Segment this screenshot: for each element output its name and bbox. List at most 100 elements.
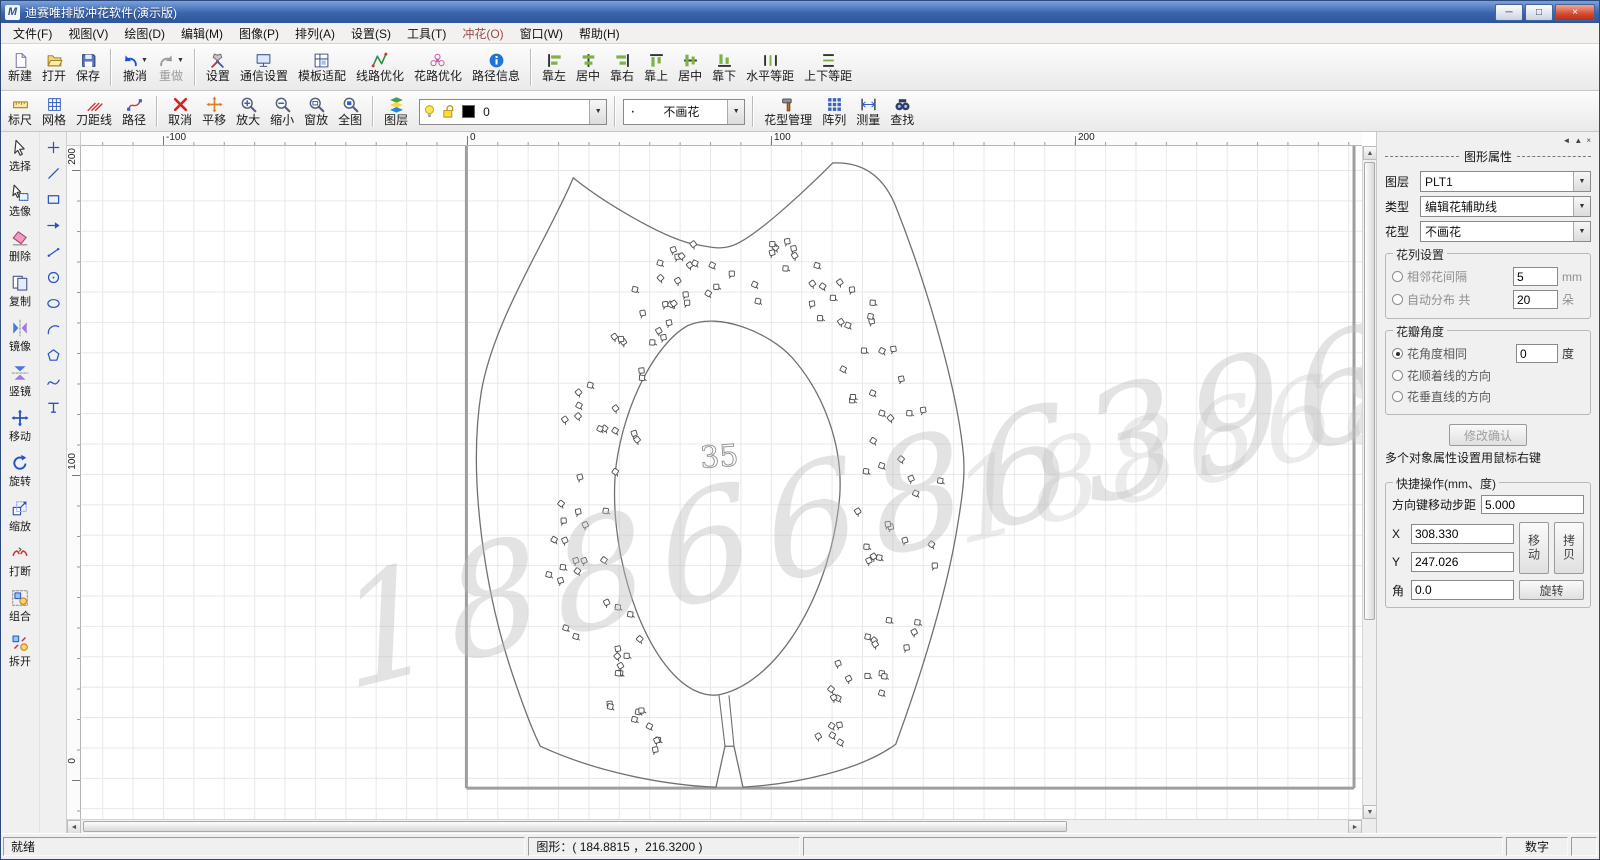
array-button[interactable]: 阵列 xyxy=(817,93,851,130)
template-fit-button[interactable]: 模板适配 xyxy=(293,46,351,89)
same-angle-radio[interactable] xyxy=(1392,348,1403,359)
curve-tool[interactable] xyxy=(42,371,64,392)
confirm-modify-button[interactable]: 修改确认 xyxy=(1449,424,1527,446)
group-tool[interactable]: 组合 xyxy=(1,584,39,629)
drawing-canvas[interactable]: 35 18866863966 18866863966 xyxy=(81,146,1362,819)
settings-button[interactable]: 设置 xyxy=(201,46,235,89)
visibility-bulb-icon[interactable] xyxy=(420,104,439,119)
text-tool[interactable] xyxy=(42,397,64,418)
type-select[interactable]: 编辑花辅助线 ▼ xyxy=(1420,196,1591,217)
circle-tool[interactable] xyxy=(42,267,64,288)
along-line-radio[interactable] xyxy=(1392,370,1403,381)
menu-item-0[interactable]: 文件(F) xyxy=(5,23,60,44)
ruler-toggle-button[interactable]: 标尺 xyxy=(3,93,37,130)
copy-tool[interactable]: 复制 xyxy=(1,269,39,314)
menu-item-9[interactable]: 窗口(W) xyxy=(512,23,571,44)
auto-distribute-radio[interactable] xyxy=(1392,294,1403,305)
zoom-all-button[interactable]: 全图 xyxy=(333,93,367,130)
menu-item-6[interactable]: 设置(S) xyxy=(343,23,399,44)
dropdown-caret-icon[interactable]: ▼ xyxy=(177,57,184,64)
adjacent-spacing-input[interactable] xyxy=(1513,267,1558,286)
measure-button[interactable]: 测量 xyxy=(851,93,885,130)
equal-h-button[interactable]: 水平等距 xyxy=(741,46,799,89)
same-angle-input[interactable] xyxy=(1516,344,1558,363)
menu-item-10[interactable]: 帮助(H) xyxy=(571,23,628,44)
redo-button[interactable]: ▼重做 xyxy=(153,46,189,89)
segment-tool[interactable] xyxy=(42,241,64,262)
scroll-right-icon[interactable]: ► xyxy=(1348,820,1362,833)
adjacent-spacing-radio[interactable] xyxy=(1392,271,1403,282)
path-info-button[interactable]: 路径信息 xyxy=(467,46,525,89)
panel-close-icon[interactable]: × xyxy=(1586,137,1591,145)
scroll-up-icon[interactable]: ▲ xyxy=(1363,146,1376,160)
rotate-tool[interactable]: 旋转 xyxy=(1,449,39,494)
perpendicular-line-radio[interactable] xyxy=(1392,391,1403,402)
knife-line-button[interactable]: 刀距线 xyxy=(71,93,117,130)
panel-dock-left-icon[interactable]: ◄ xyxy=(1562,137,1570,145)
cancel-button[interactable]: 取消 xyxy=(163,93,197,130)
layer-select[interactable]: PLT1 ▼ xyxy=(1420,171,1591,192)
align-bottom-button[interactable]: 靠下 xyxy=(707,46,741,89)
mirror-v-tool[interactable]: 竖镜 xyxy=(1,359,39,404)
y-input[interactable] xyxy=(1411,552,1514,572)
angle-input[interactable] xyxy=(1411,580,1514,600)
minimize-button[interactable]: ─ xyxy=(1495,4,1523,21)
save-button[interactable]: 保存 xyxy=(71,46,105,89)
horizontal-scroll-thumb[interactable] xyxy=(83,821,1067,832)
equal-v-button[interactable]: 上下等距 xyxy=(799,46,857,89)
pan-button[interactable]: 平移 xyxy=(197,93,231,130)
copy-button[interactable]: 拷贝 xyxy=(1554,522,1584,574)
zoom-window-button[interactable]: 窗放 xyxy=(299,93,333,130)
arc-tool[interactable] xyxy=(42,319,64,340)
menu-item-7[interactable]: 工具(T) xyxy=(399,23,454,44)
align-top-button[interactable]: 靠上 xyxy=(639,46,673,89)
close-button[interactable]: × xyxy=(1555,4,1595,21)
move-button[interactable]: 移动 xyxy=(1519,522,1549,574)
delete-tool[interactable]: 删除 xyxy=(1,224,39,269)
flower-optimize-button[interactable]: 花路优化 xyxy=(409,46,467,89)
menu-item-5[interactable]: 排列(A) xyxy=(287,23,343,44)
rect-tool[interactable] xyxy=(42,189,64,210)
menu-item-4[interactable]: 图像(P) xyxy=(231,23,287,44)
dropdown-caret-icon[interactable]: ▼ xyxy=(141,57,148,64)
layer-color-combo[interactable]: 0 ▼ xyxy=(419,99,607,125)
lock-icon[interactable] xyxy=(439,104,458,119)
arrow-tool[interactable] xyxy=(42,215,64,236)
layer-select-dropdown-icon[interactable]: ▼ xyxy=(1573,172,1590,191)
break-tool[interactable]: 打断 xyxy=(1,539,39,584)
flower-manage-button[interactable]: 花型管理 xyxy=(759,93,817,130)
ungroup-tool[interactable]: 拆开 xyxy=(1,629,39,674)
align-center-v-button[interactable]: 居中 xyxy=(673,46,707,89)
scroll-left-icon[interactable]: ◄ xyxy=(67,820,81,833)
polygon-tool[interactable] xyxy=(42,345,64,366)
layers-button[interactable]: 图层 xyxy=(379,93,413,130)
align-center-h-button[interactable]: 居中 xyxy=(571,46,605,89)
ellipse-tool[interactable] xyxy=(42,293,64,314)
undo-button[interactable]: ▼撤消 xyxy=(117,46,153,89)
type-select-dropdown-icon[interactable]: ▼ xyxy=(1573,197,1590,216)
scale-tool[interactable]: 缩放 xyxy=(1,494,39,539)
path-toggle-button[interactable]: 路径 xyxy=(117,93,151,130)
align-left-button[interactable]: 靠左 xyxy=(537,46,571,89)
move-tool[interactable]: 移动 xyxy=(1,404,39,449)
select-tool[interactable]: 选择 xyxy=(1,134,39,179)
vertical-scroll-thumb[interactable] xyxy=(1364,162,1375,620)
find-button[interactable]: 查找 xyxy=(885,93,919,130)
flower-type-combo[interactable]: · 不画花 ▼ xyxy=(623,99,745,125)
zoom-out-button[interactable]: 缩小 xyxy=(265,93,299,130)
grid-toggle-button[interactable]: 网格 xyxy=(37,93,71,130)
horizontal-scrollbar[interactable]: ◄ ► xyxy=(67,819,1362,833)
vertical-scrollbar[interactable]: ▲ ▼ xyxy=(1362,146,1376,819)
menu-item-1[interactable]: 视图(V) xyxy=(60,23,116,44)
menu-item-8[interactable]: 冲花(O) xyxy=(454,23,511,44)
line-tool[interactable] xyxy=(42,163,64,184)
line-optimize-button[interactable]: 线路优化 xyxy=(351,46,409,89)
panel-collapse-icon[interactable]: ▲ xyxy=(1574,137,1582,145)
maximize-button[interactable]: □ xyxy=(1525,4,1553,21)
zoom-in-button[interactable]: 放大 xyxy=(231,93,265,130)
scroll-down-icon[interactable]: ▼ xyxy=(1363,805,1376,819)
menu-item-3[interactable]: 编辑(M) xyxy=(173,23,231,44)
auto-distribute-input[interactable] xyxy=(1513,290,1558,309)
x-input[interactable] xyxy=(1411,524,1514,544)
mirror-h-tool[interactable]: 镜像 xyxy=(1,314,39,359)
